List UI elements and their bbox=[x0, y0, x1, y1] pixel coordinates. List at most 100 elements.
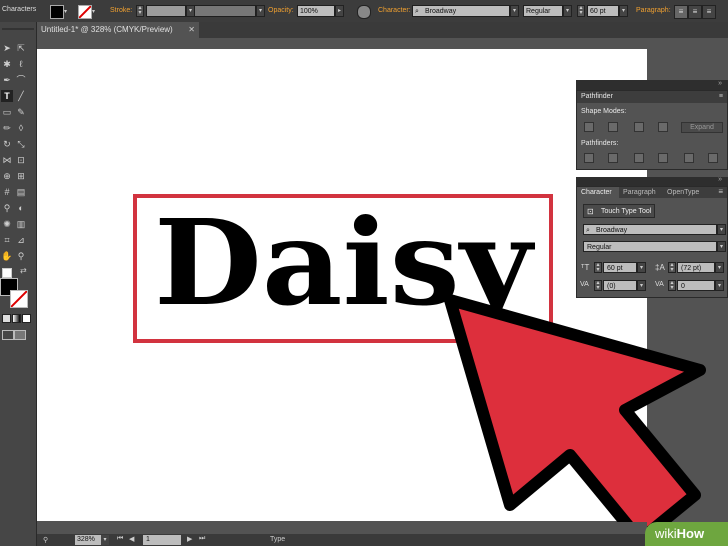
swap-colors-icon[interactable]: ⇄ bbox=[20, 266, 27, 275]
paintbrush-tool-icon[interactable]: ✎ bbox=[15, 106, 27, 118]
pathfinder-panel-title[interactable]: Pathfinder bbox=[581, 93, 613, 100]
document-tab[interactable]: Untitled-1* @ 328% (CMYK/Preview) ✕ bbox=[37, 22, 199, 38]
artboard-number-field[interactable]: 1 bbox=[143, 535, 181, 545]
blend-tool-icon[interactable]: ◐ bbox=[15, 202, 27, 214]
character-font-size-stepper[interactable]: ▴ ▾ bbox=[594, 262, 602, 273]
width-tool-icon[interactable]: ⋈ bbox=[1, 154, 13, 166]
leading-dropdown[interactable]: ▾ bbox=[715, 262, 724, 273]
perspective-grid-tool-icon[interactable]: ⊞ bbox=[15, 170, 27, 182]
none-mode-icon[interactable] bbox=[22, 314, 31, 323]
shape-builder-tool-icon[interactable]: ⊕ bbox=[1, 170, 13, 182]
gradient-tool-icon[interactable]: ▤ bbox=[15, 186, 27, 198]
font-family-field[interactable]: ⌕ Broadway bbox=[412, 5, 510, 17]
align-center-icon[interactable]: ≡ bbox=[688, 5, 702, 19]
next-artboard-icon[interactable]: ▶ bbox=[187, 535, 192, 543]
line-segment-tool-icon[interactable]: ╱ bbox=[15, 90, 27, 102]
opacity-field[interactable]: 100% bbox=[297, 5, 335, 17]
panel-menu-icon[interactable]: ≡ bbox=[718, 187, 723, 196]
collapse-panel-icon[interactable]: » bbox=[718, 176, 722, 183]
character-font-size-dropdown[interactable]: ▾ bbox=[637, 262, 646, 273]
merge-icon[interactable] bbox=[634, 153, 644, 163]
symbol-sprayer-tool-icon[interactable]: ✺ bbox=[1, 218, 13, 230]
tracking-stepper[interactable]: ▴ ▾ bbox=[668, 280, 676, 291]
leading-stepper[interactable]: ▴ ▾ bbox=[668, 262, 676, 273]
variable-width-dropdown[interactable]: ▾ bbox=[256, 5, 265, 17]
direct-selection-tool-icon[interactable]: ⇱ bbox=[15, 42, 27, 54]
intersect-icon[interactable] bbox=[634, 122, 644, 132]
recolor-artwork-icon[interactable] bbox=[357, 5, 371, 19]
first-artboard-icon[interactable]: ⏮ bbox=[117, 535, 123, 543]
zoom-tool-icon[interactable]: ⚲ bbox=[15, 250, 27, 262]
rotate-tool-icon[interactable]: ↻ bbox=[1, 138, 13, 150]
zoom-field[interactable]: 328% bbox=[75, 535, 101, 545]
character-font-family-dropdown[interactable]: ▾ bbox=[717, 224, 726, 235]
slice-tool-icon[interactable]: ⊿ bbox=[15, 234, 27, 246]
font-size-field[interactable]: 60 pt bbox=[587, 5, 619, 17]
screen-mode-icon[interactable] bbox=[14, 330, 26, 340]
character-font-style-field[interactable]: Regular bbox=[583, 241, 717, 252]
tab-character[interactable]: Character bbox=[577, 187, 619, 198]
pen-tool-icon[interactable]: ✒ bbox=[1, 74, 13, 86]
exclude-icon[interactable] bbox=[658, 122, 668, 132]
trim-icon[interactable] bbox=[608, 153, 618, 163]
expand-button[interactable]: Expand bbox=[681, 122, 723, 133]
font-size-stepper[interactable]: ▴ ▾ bbox=[577, 5, 585, 17]
font-size-dropdown[interactable]: ▾ bbox=[619, 5, 628, 17]
align-left-icon[interactable]: ≡ bbox=[674, 5, 688, 19]
fill-color-swatch[interactable] bbox=[50, 5, 64, 19]
align-right-icon[interactable]: ≡ bbox=[702, 5, 716, 19]
tab-paragraph[interactable]: Paragraph bbox=[623, 187, 656, 198]
tracking-dropdown[interactable]: ▾ bbox=[715, 280, 724, 291]
character-font-size-field[interactable]: 60 pt bbox=[603, 262, 637, 273]
rectangle-tool-icon[interactable]: ▭ bbox=[1, 106, 13, 118]
hand-tool-icon[interactable]: ✋ bbox=[1, 250, 13, 262]
stroke-weight-field[interactable] bbox=[146, 5, 186, 17]
mesh-tool-icon[interactable]: # bbox=[1, 186, 13, 198]
character-font-family-field[interactable]: ⌕ Broadway bbox=[583, 224, 717, 235]
kerning-stepper[interactable]: ▴ ▾ bbox=[594, 280, 602, 291]
collapse-panel-icon[interactable]: » bbox=[718, 80, 722, 87]
kerning-field[interactable]: (0) bbox=[603, 280, 637, 291]
free-transform-tool-icon[interactable]: ⊡ bbox=[15, 154, 27, 166]
unite-icon[interactable] bbox=[584, 122, 594, 132]
font-style-dropdown[interactable]: ▾ bbox=[563, 5, 572, 17]
gradient-mode-icon[interactable] bbox=[12, 314, 21, 323]
stroke-dropdown-arrow[interactable]: ▾ bbox=[92, 8, 95, 15]
opacity-dropdown[interactable]: ▸ bbox=[335, 5, 344, 17]
character-panel-dock-bar[interactable]: » bbox=[576, 176, 728, 186]
touch-type-tool-button[interactable]: ⊡ Touch Type Tool bbox=[583, 204, 655, 218]
divide-icon[interactable] bbox=[584, 153, 594, 163]
last-artboard-icon[interactable]: ⏭ bbox=[199, 535, 205, 543]
type-tool-icon[interactable]: T bbox=[1, 90, 13, 102]
font-family-dropdown[interactable]: ▾ bbox=[510, 5, 519, 17]
artboard-tool-icon[interactable]: ⌗ bbox=[1, 234, 13, 246]
magic-wand-tool-icon[interactable]: ✱ bbox=[1, 58, 13, 70]
tab-opentype[interactable]: OpenType bbox=[667, 187, 699, 198]
stroke-color-swatch[interactable] bbox=[78, 5, 92, 19]
variable-width-profile[interactable] bbox=[194, 5, 256, 17]
default-colors-icon[interactable] bbox=[2, 268, 12, 278]
tracking-field[interactable]: 0 bbox=[677, 280, 715, 291]
minus-front-icon[interactable] bbox=[608, 122, 618, 132]
stroke-weight-stepper[interactable]: ▴ ▾ bbox=[136, 5, 144, 17]
kerning-dropdown[interactable]: ▾ bbox=[637, 280, 646, 291]
eyedropper-tool-icon[interactable]: ⚲ bbox=[1, 202, 13, 214]
fill-dropdown-arrow[interactable]: ▾ bbox=[64, 8, 67, 15]
minus-back-icon[interactable] bbox=[708, 153, 718, 163]
lasso-tool-icon[interactable]: ℓ bbox=[15, 58, 27, 70]
font-style-field[interactable]: Regular bbox=[523, 5, 563, 17]
crop-icon[interactable] bbox=[658, 153, 668, 163]
eraser-tool-icon[interactable]: ◊ bbox=[15, 122, 27, 134]
leading-field[interactable]: (72 pt) bbox=[677, 262, 715, 273]
horizontal-scrollbar[interactable] bbox=[37, 522, 647, 534]
column-graph-tool-icon[interactable]: ▥ bbox=[15, 218, 27, 230]
character-font-style-dropdown[interactable]: ▾ bbox=[717, 241, 726, 252]
selection-tool-icon[interactable]: ➤ bbox=[1, 42, 13, 54]
previous-artboard-icon[interactable]: ◀ bbox=[129, 535, 134, 543]
zoom-dropdown[interactable]: ▾ bbox=[101, 535, 109, 545]
toolbar-grip[interactable] bbox=[2, 28, 34, 30]
outline-icon[interactable] bbox=[684, 153, 694, 163]
scale-tool-icon[interactable]: ⤡ bbox=[15, 138, 27, 150]
pathfinder-panel-dock-bar[interactable]: » bbox=[576, 80, 728, 90]
close-icon[interactable]: ✕ bbox=[188, 22, 195, 38]
